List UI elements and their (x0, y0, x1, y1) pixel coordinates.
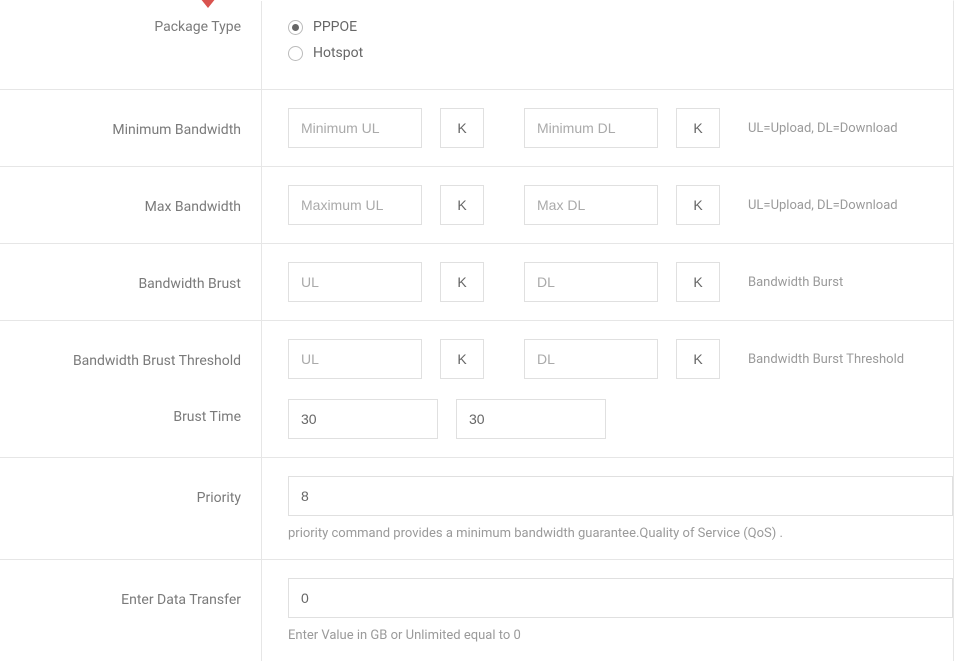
radio-label-hotspot: Hotspot (313, 45, 363, 61)
data-transfer-hint: Enter Value in GB or Unlimited equal to … (288, 628, 953, 643)
label-max-bandwidth: Max Bandwidth (0, 167, 262, 243)
max-bw-dl-input[interactable] (524, 185, 658, 225)
label-data-transfer: Enter Data Transfer (0, 560, 262, 661)
brust-th-hint: Bandwidth Burst Threshold (748, 352, 904, 367)
brust-time-2-input[interactable] (456, 399, 606, 439)
caret-indicator (200, 0, 216, 8)
label-brust: Bandwidth Brust (0, 244, 262, 320)
radio-option-hotspot[interactable]: Hotspot (288, 45, 939, 61)
brust-hint: Bandwidth Burst (748, 275, 843, 290)
label-brust-time: Brust Time (0, 397, 262, 457)
form-container: Package Type PPPOE Hotspot Minimum Bandw… (0, 0, 954, 661)
min-bw-ul-unit[interactable] (440, 108, 484, 148)
priority-hint: priority command provides a minimum band… (288, 526, 953, 541)
min-bw-dl-unit[interactable] (676, 108, 720, 148)
brust-dl-unit[interactable] (676, 262, 720, 302)
brust-th-dl-input[interactable] (524, 339, 658, 379)
brust-time-1-input[interactable] (288, 399, 438, 439)
brust-th-ul-unit[interactable] (440, 339, 484, 379)
min-bw-hint: UL=Upload, DL=Download (748, 121, 898, 136)
label-brust-threshold: Bandwidth Brust Threshold (0, 321, 262, 397)
min-bw-dl-input[interactable] (524, 108, 658, 148)
max-bw-ul-unit[interactable] (440, 185, 484, 225)
max-bw-hint: UL=Upload, DL=Download (748, 198, 898, 213)
min-bw-ul-input[interactable] (288, 108, 422, 148)
radio-label-pppoe: PPPOE (313, 19, 357, 35)
radio-checked-icon (288, 20, 303, 35)
data-transfer-input[interactable] (288, 578, 953, 618)
radio-unchecked-icon (288, 46, 303, 61)
brust-th-dl-unit[interactable] (676, 339, 720, 379)
brust-ul-input[interactable] (288, 262, 422, 302)
max-bw-dl-unit[interactable] (676, 185, 720, 225)
brust-ul-unit[interactable] (440, 262, 484, 302)
max-bw-ul-input[interactable] (288, 185, 422, 225)
brust-dl-input[interactable] (524, 262, 658, 302)
label-min-bandwidth: Minimum Bandwidth (0, 90, 262, 166)
radio-option-pppoe[interactable]: PPPOE (288, 19, 939, 35)
label-package-type: Package Type (0, 1, 262, 89)
priority-input[interactable] (288, 476, 953, 516)
label-priority: Priority (0, 458, 262, 559)
brust-th-ul-input[interactable] (288, 339, 422, 379)
